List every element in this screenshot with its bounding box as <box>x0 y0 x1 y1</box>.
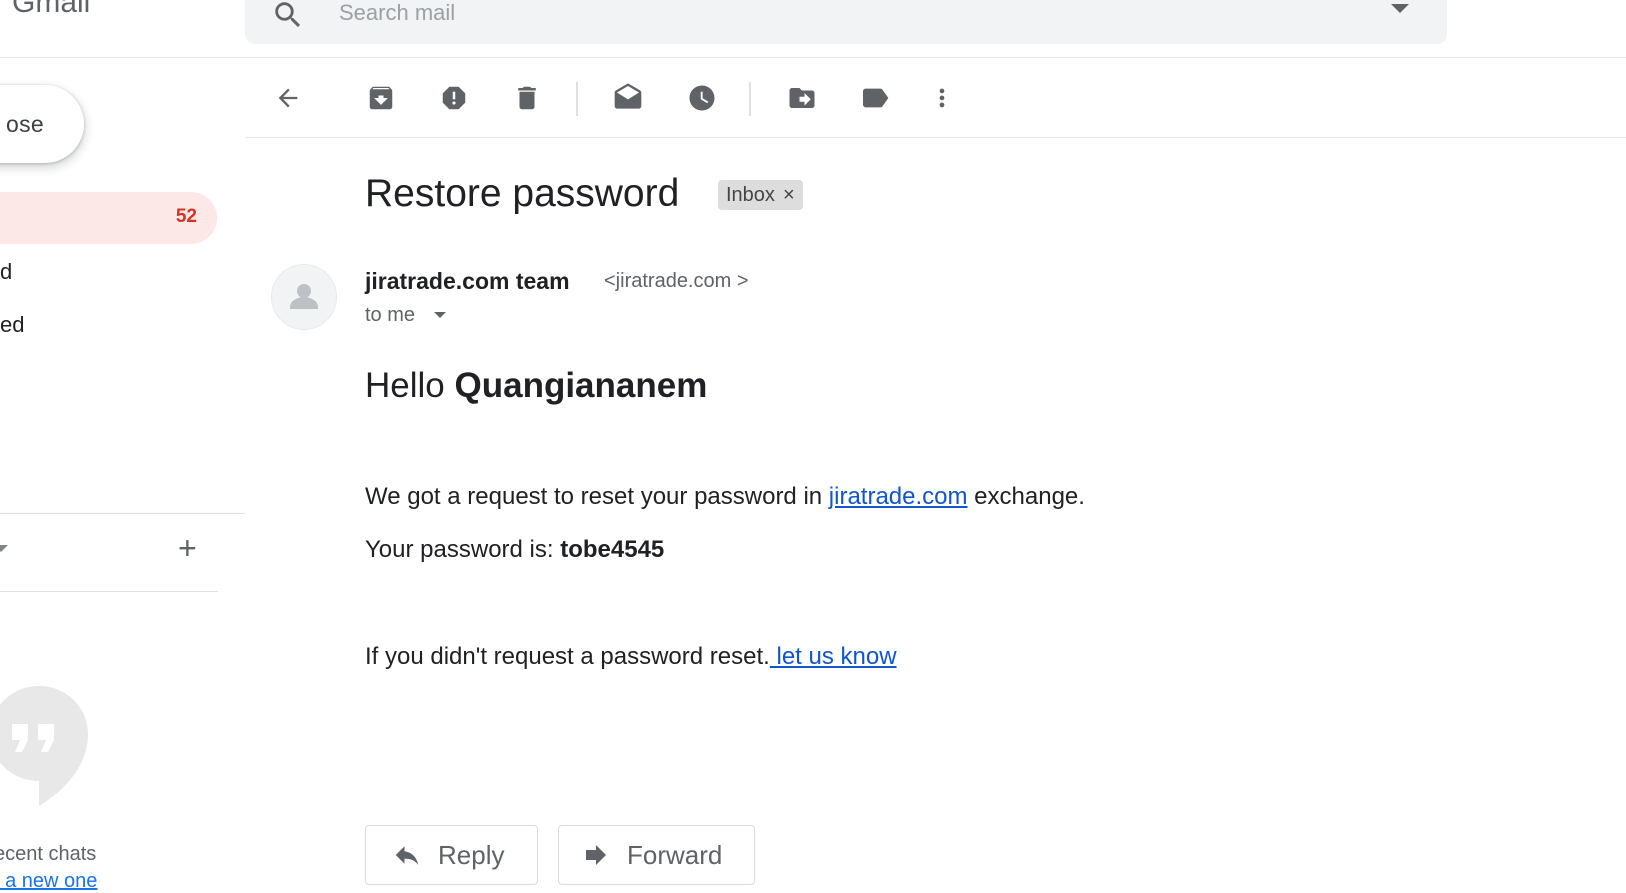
sidebar-item-starred[interactable]: d <box>0 259 12 285</box>
more-vert-icon[interactable] <box>925 81 959 115</box>
toolbar-separator <box>749 82 751 116</box>
forward-icon <box>586 845 606 865</box>
inbox-unread-count: 52 <box>175 206 197 227</box>
archive-icon[interactable] <box>364 81 398 115</box>
sidebar-divider <box>0 513 245 514</box>
recipient-text: to me <box>365 304 416 326</box>
toolbar-separator <box>576 82 578 116</box>
new-conversation-plus-icon[interactable]: + <box>178 532 197 564</box>
hangouts-logo-icon <box>0 686 88 806</box>
sender-name[interactable]: jiratrade.com team <box>365 268 570 295</box>
body-paragraph-notice: If you didn't request a password reset. … <box>365 643 897 671</box>
body-text: exchange. <box>967 483 1085 510</box>
sender-avatar[interactable] <box>271 264 337 330</box>
hangouts-status-caret-icon[interactable] <box>0 545 8 552</box>
back-arrow-icon[interactable] <box>271 81 305 115</box>
reply-label: Reply <box>438 839 505 870</box>
greeting-username: Quangiananem <box>454 366 708 405</box>
sidebar-item-inbox[interactable]: 52 <box>0 192 217 244</box>
inbox-label-text: Inbox <box>726 183 775 206</box>
search-icon[interactable] <box>271 0 305 32</box>
jiratrade-link[interactable]: jiratrade.com <box>829 483 968 510</box>
sidebar-item-snoozed[interactable]: ed <box>0 312 24 338</box>
search-input[interactable]: Search mail <box>339 0 455 26</box>
header-divider <box>0 57 1626 58</box>
labels-icon[interactable] <box>858 81 892 115</box>
greeting: Hello Quangiananem <box>365 366 707 406</box>
mark-unread-icon[interactable] <box>611 81 645 115</box>
snooze-icon[interactable] <box>685 81 719 115</box>
show-details-caret-icon[interactable] <box>434 312 446 318</box>
search-options-caret-icon[interactable] <box>1391 4 1409 13</box>
reply-icon <box>395 846 419 865</box>
start-new-chat-link[interactable]: t a new one <box>0 870 97 893</box>
remove-label-close-icon[interactable]: × <box>783 184 795 207</box>
toolbar-divider <box>245 137 1626 138</box>
body-paragraph-password: Your password is: tobe4545 <box>365 536 664 564</box>
recent-chats-text: ecent chats <box>0 843 97 865</box>
body-paragraph-request: We got a request to reset your password … <box>365 483 1085 511</box>
greeting-text: Hello <box>365 366 445 405</box>
compose-button[interactable]: ose <box>0 85 84 163</box>
reply-button[interactable]: Reply <box>365 825 538 885</box>
search-bar[interactable]: Search mail <box>245 0 1447 44</box>
gmail-logo[interactable]: Gmail <box>12 0 90 20</box>
compose-label: ose <box>6 110 44 137</box>
forward-label: Forward <box>627 839 723 870</box>
body-text: We got a request to reset your password … <box>365 483 829 510</box>
password-value: tobe4545 <box>560 536 665 563</box>
let-us-know-link[interactable]: let us know <box>770 643 896 670</box>
inbox-label-chip[interactable]: Inbox × <box>718 180 803 210</box>
move-to-icon[interactable] <box>785 81 819 115</box>
body-text: If you didn't request a password reset. <box>365 643 770 670</box>
forward-button[interactable]: Forward <box>558 825 755 885</box>
delete-icon[interactable] <box>510 81 544 115</box>
report-spam-icon[interactable] <box>437 81 471 115</box>
person-icon <box>290 284 318 309</box>
email-subject: Restore password <box>365 172 680 215</box>
sender-email: <jiratrade.com > <box>604 270 749 292</box>
sidebar-divider <box>0 591 218 592</box>
body-text: Your password is: <box>365 536 561 563</box>
